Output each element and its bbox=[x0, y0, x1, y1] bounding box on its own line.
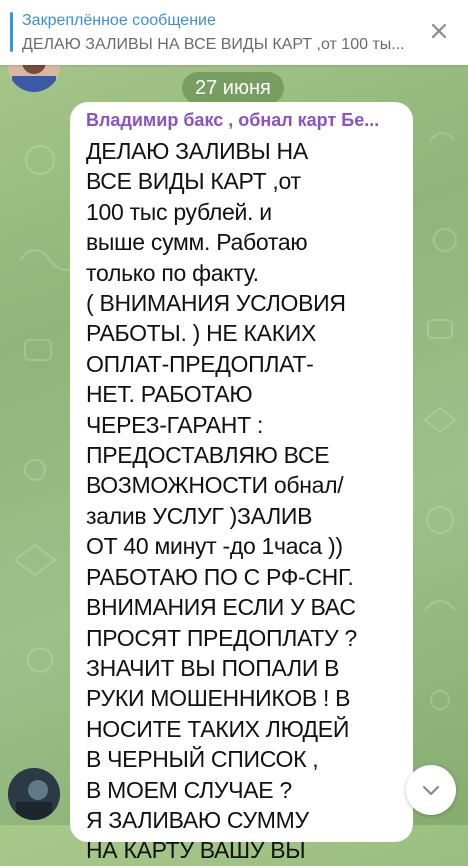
message-line: ЗНАЧИТ ВЫ ПОПАЛИ В bbox=[86, 654, 340, 681]
message-line: НЕТ. РАБОТАЮ bbox=[86, 381, 253, 408]
close-icon[interactable] bbox=[426, 18, 452, 44]
message-line: Я ЗАЛИВАЮ СУММУ bbox=[86, 806, 309, 833]
message-line: РУКИ МОШЕННИКОВ ! В bbox=[86, 685, 351, 712]
message-line: РАБОТЫ. ) НЕ КАКИХ bbox=[86, 320, 317, 347]
message-line: В ЧЕРНЫЙ СПИСОК , bbox=[86, 746, 319, 773]
message-line: ДЕЛАЮ ЗАЛИВЫ НА bbox=[86, 138, 308, 164]
message-line: ПРЕДОСТАВЛЯЮ ВСЕ bbox=[86, 442, 330, 469]
scroll-down-button[interactable] bbox=[406, 765, 456, 815]
pinned-title: Закреплённое сообщение bbox=[22, 12, 216, 29]
message-line: НА КАРТУ ВАШУ ВЫ bbox=[86, 837, 306, 864]
message-sender-name[interactable]: Владимир бакс , обнал карт Бе... bbox=[86, 110, 404, 131]
message-line: РАБОТАЮ ПО С РФ-СНГ. bbox=[86, 563, 354, 590]
message-bubble[interactable]: Владимир бакс , обнал карт Бе... ДЕЛАЮ З… bbox=[70, 102, 413, 863]
chevron-down-icon bbox=[422, 785, 440, 796]
pinned-text: ДЕЛАЮ ЗАЛИВЫ НА ВСЕ ВИДЫ КАРТ ,от 100 ты… bbox=[22, 36, 405, 53]
message-line: ОТ 40 минут -до 1часа )) bbox=[86, 533, 343, 560]
message-line: ВОЗМОЖНОСТИ обнал/ bbox=[86, 472, 344, 499]
pinned-message-bar[interactable]: Закреплённое сообщение ДЕЛАЮ ЗАЛИВЫ НА В… bbox=[0, 0, 468, 65]
avatar-image bbox=[8, 768, 60, 820]
message-text: ДЕЛАЮ ЗАЛИВЫ НА ВСЕ ВИДЫ КАРТ ,от 100 ты… bbox=[86, 136, 386, 866]
pinned-accent-line bbox=[10, 12, 13, 52]
message-line: залив УСЛУГ )ЗАЛИВ bbox=[86, 502, 313, 529]
message-line: ПРОСЯТ ПРЕДОПЛАТУ ? bbox=[86, 624, 357, 651]
date-separator: 27 июня bbox=[182, 72, 284, 104]
message-line: В МОЕМ СЛУЧАЕ ? bbox=[86, 776, 292, 803]
message-line: ВСЕ ВИДЫ КАРТ ,от bbox=[86, 168, 301, 195]
message-line: выше сумм. Работаю bbox=[86, 229, 308, 256]
message-line: ВНИМАНИЯ ЕСЛИ У ВАС bbox=[86, 594, 356, 621]
message-line: ОПЛАТ-ПРЕДОПЛАТ- bbox=[86, 350, 314, 377]
message-line: ЧЕРЕЗ-ГАРАНТ : bbox=[86, 411, 264, 438]
sender-avatar-bottom[interactable] bbox=[8, 768, 60, 820]
message-line: ( ВНИМАНИЯ УСЛОВИЯ bbox=[86, 290, 346, 317]
message-line: только по факту. bbox=[86, 259, 259, 286]
message-line: 100 тыс рублей. и bbox=[86, 198, 272, 225]
message-line: НОСИТЕ ТАКИХ ЛЮДЕЙ bbox=[86, 715, 350, 742]
